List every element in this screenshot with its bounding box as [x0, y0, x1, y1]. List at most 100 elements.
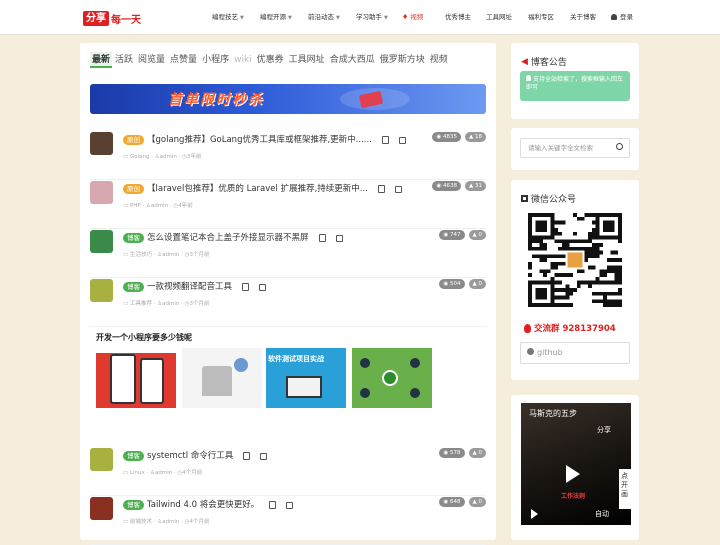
main-nav: 编程技艺 ▼ 编程开源 ▼ 前沿动态 ▼ 学习助手 ▼ ♦ 视频 优秀博主 工具网址 福利…	[0, 11, 720, 25]
bookmark-icon[interactable]	[381, 136, 389, 144]
tab-latest[interactable]: 最新	[90, 52, 113, 68]
post-item[interactable]: 原创 【golang推荐】GoLang优秀工具库或框架推荐,更新中...... ▭ …	[90, 132, 486, 180]
login-button[interactable]: 登录	[611, 11, 633, 23]
post-item[interactable]: 博客 systemctl 命令行工具 ▭ Linux · ♙admin · ◷4个月…	[90, 448, 486, 496]
nav-item-opensource[interactable]: 编程开源 ▼	[260, 11, 292, 24]
tab-wiki[interactable]: wiki	[232, 52, 254, 68]
promo-banner[interactable]: 首单限时秒杀	[90, 84, 486, 114]
post-category[interactable]: PHP	[130, 203, 141, 209]
tab-video[interactable]: 视频	[428, 52, 450, 68]
post-item[interactable]: 博客 一款视频翻译配音工具 ▭ 工具推荐 · ♙admin · ◷3个月前 ◉ 504…	[90, 279, 486, 327]
tab-watermelon[interactable]: 合成大西瓜	[328, 52, 377, 68]
bulb-icon	[526, 75, 531, 81]
post-author[interactable]: admin	[160, 154, 177, 160]
top-navbar: 分享 每一天 编程技艺 ▼ 编程开源 ▼ 前沿动态 ▼ 学习助手 ▼ ♦ 视频 优秀博主 …	[0, 0, 720, 35]
nav-item-frontier[interactable]: 前沿动态 ▼	[308, 11, 340, 24]
nav-item-about[interactable]: 关于博客	[570, 11, 596, 23]
group-label[interactable]: 交流群 928137904	[524, 322, 616, 334]
post-category[interactable]: Golang	[130, 154, 150, 160]
post-title[interactable]: 原创 【laravel包推荐】优质的 Laravel 扩展推荐,持续更新中...	[123, 182, 402, 196]
post-time: 4个月前	[182, 470, 203, 476]
post-item[interactable]: 原创 【laravel包推荐】优质的 Laravel 扩展推荐,持续更新中... ▭…	[90, 181, 486, 229]
tab-views[interactable]: 阅览量	[136, 52, 167, 68]
video-share[interactable]: 分享	[597, 425, 611, 435]
copy-icon[interactable]	[394, 185, 402, 193]
post-category[interactable]: Linux	[130, 470, 145, 476]
qrcode-icon	[521, 195, 528, 202]
post-title[interactable]: 博客 怎么设置笔记本合上盖子外接显示器不黑屏	[123, 231, 343, 245]
post-author[interactable]: admin	[155, 470, 172, 476]
search-input[interactable]: 请输入关键字全文检索	[520, 138, 630, 158]
bookmark-icon[interactable]	[318, 234, 326, 242]
nav-item-bloggers[interactable]: 优秀博主	[445, 11, 471, 23]
avatar[interactable]	[90, 279, 113, 302]
copy-icon[interactable]	[259, 283, 267, 291]
wechat-qrcode	[528, 213, 622, 307]
post-title[interactable]: 博客 Tailwind 4.0 将会更快更好。	[123, 498, 294, 512]
play-icon[interactable]	[566, 465, 580, 483]
post-title[interactable]: 博客 一款视频翻译配音工具	[123, 280, 267, 294]
post-time: 3个月前	[189, 301, 210, 307]
post-title-text: 【golang推荐】GoLang优秀工具库或框架推荐,更新中......	[147, 135, 372, 145]
github-link[interactable]: github	[520, 342, 630, 364]
post-stats: ◉ 747 ▲ 0	[439, 230, 486, 240]
likes-badge[interactable]: ▲ 31	[465, 181, 486, 191]
post-tag: 博客	[123, 500, 144, 510]
video-player[interactable]: 马斯克的五步 分享 工作法则 自动 点开画	[521, 403, 631, 525]
tab-active[interactable]: 活跃	[113, 52, 135, 68]
bookmark-icon[interactable]	[269, 501, 277, 509]
views-badge: ◉ 747	[439, 230, 465, 240]
post-author[interactable]: admin	[151, 203, 168, 209]
avatar[interactable]	[90, 230, 113, 253]
post-author[interactable]: admin	[162, 301, 179, 307]
chevron-down-icon: ▼	[240, 15, 244, 21]
bookmark-icon[interactable]	[377, 185, 385, 193]
post-title[interactable]: 博客 systemctl 命令行工具	[123, 449, 268, 463]
video-play-small-icon[interactable]	[531, 509, 538, 519]
bookmark-icon[interactable]	[242, 283, 250, 291]
tab-tetris[interactable]: 俄罗斯方块	[378, 52, 427, 68]
megaphone-icon: ◀	[521, 56, 528, 67]
post-title[interactable]: 原创 【golang推荐】GoLang优秀工具库或框架推荐,更新中......	[123, 133, 406, 147]
ad-section[interactable]: 开发一个小程序要多少钱呢 软件测试项目实战	[96, 332, 436, 422]
post-category[interactable]: 生活技巧	[130, 252, 152, 258]
folder-icon: ▭	[123, 519, 130, 525]
post-category[interactable]: 工具推荐	[130, 301, 152, 307]
search-icon[interactable]	[616, 143, 623, 150]
ad-image-testing: 软件测试项目实战	[266, 348, 346, 408]
tab-likes[interactable]: 点赞量	[168, 52, 199, 68]
nav-item-welfare[interactable]: 福利专区	[528, 11, 554, 23]
post-author[interactable]: admin	[162, 252, 179, 258]
avatar[interactable]	[90, 181, 113, 204]
post-item[interactable]: 博客 怎么设置笔记本合上盖子外接显示器不黑屏 ▭ 生活技巧 · ♙admin · ◷…	[90, 230, 486, 278]
copy-icon[interactable]	[260, 452, 268, 460]
avatar[interactable]	[90, 497, 113, 520]
likes-badge[interactable]: ▲ 0	[468, 448, 486, 458]
copy-icon[interactable]	[335, 234, 343, 242]
likes-badge[interactable]: ▲ 0	[468, 230, 486, 240]
video-auto-label[interactable]: 自动	[595, 509, 609, 519]
post-category[interactable]: 前端技术	[130, 519, 152, 525]
folder-icon: ▭	[123, 252, 130, 258]
video-side-panel[interactable]: 点开画	[619, 469, 631, 509]
avatar[interactable]	[90, 132, 113, 155]
post-tag: 博客	[123, 233, 144, 243]
tab-coupons[interactable]: 优惠券	[255, 52, 286, 68]
tab-tools[interactable]: 工具网址	[287, 52, 327, 68]
nav-item-tools[interactable]: 工具网址	[486, 11, 512, 23]
likes-badge[interactable]: ▲ 18	[465, 132, 486, 142]
post-author[interactable]: admin	[162, 519, 179, 525]
nav-item-video[interactable]: ♦ 视频	[402, 11, 423, 23]
bookmark-icon[interactable]	[243, 452, 251, 460]
post-item[interactable]: 博客 Tailwind 4.0 将会更快更好。 ▭ 前端技术 · ♙admin · …	[90, 497, 486, 545]
avatar[interactable]	[90, 448, 113, 471]
video-subtitle: 工作法则	[561, 493, 586, 500]
likes-badge[interactable]: ▲ 0	[468, 279, 486, 289]
copy-icon[interactable]	[286, 501, 294, 509]
copy-icon[interactable]	[398, 136, 406, 144]
nav-item-coding[interactable]: 编程技艺 ▼	[212, 11, 244, 24]
tab-miniprogram[interactable]: 小程序	[200, 52, 231, 68]
likes-badge[interactable]: ▲ 0	[468, 497, 486, 507]
nav-item-assistant[interactable]: 学习助手 ▼	[356, 11, 388, 24]
notice-message: 支持全站检索了，搜索框输入回车即可	[520, 71, 630, 101]
